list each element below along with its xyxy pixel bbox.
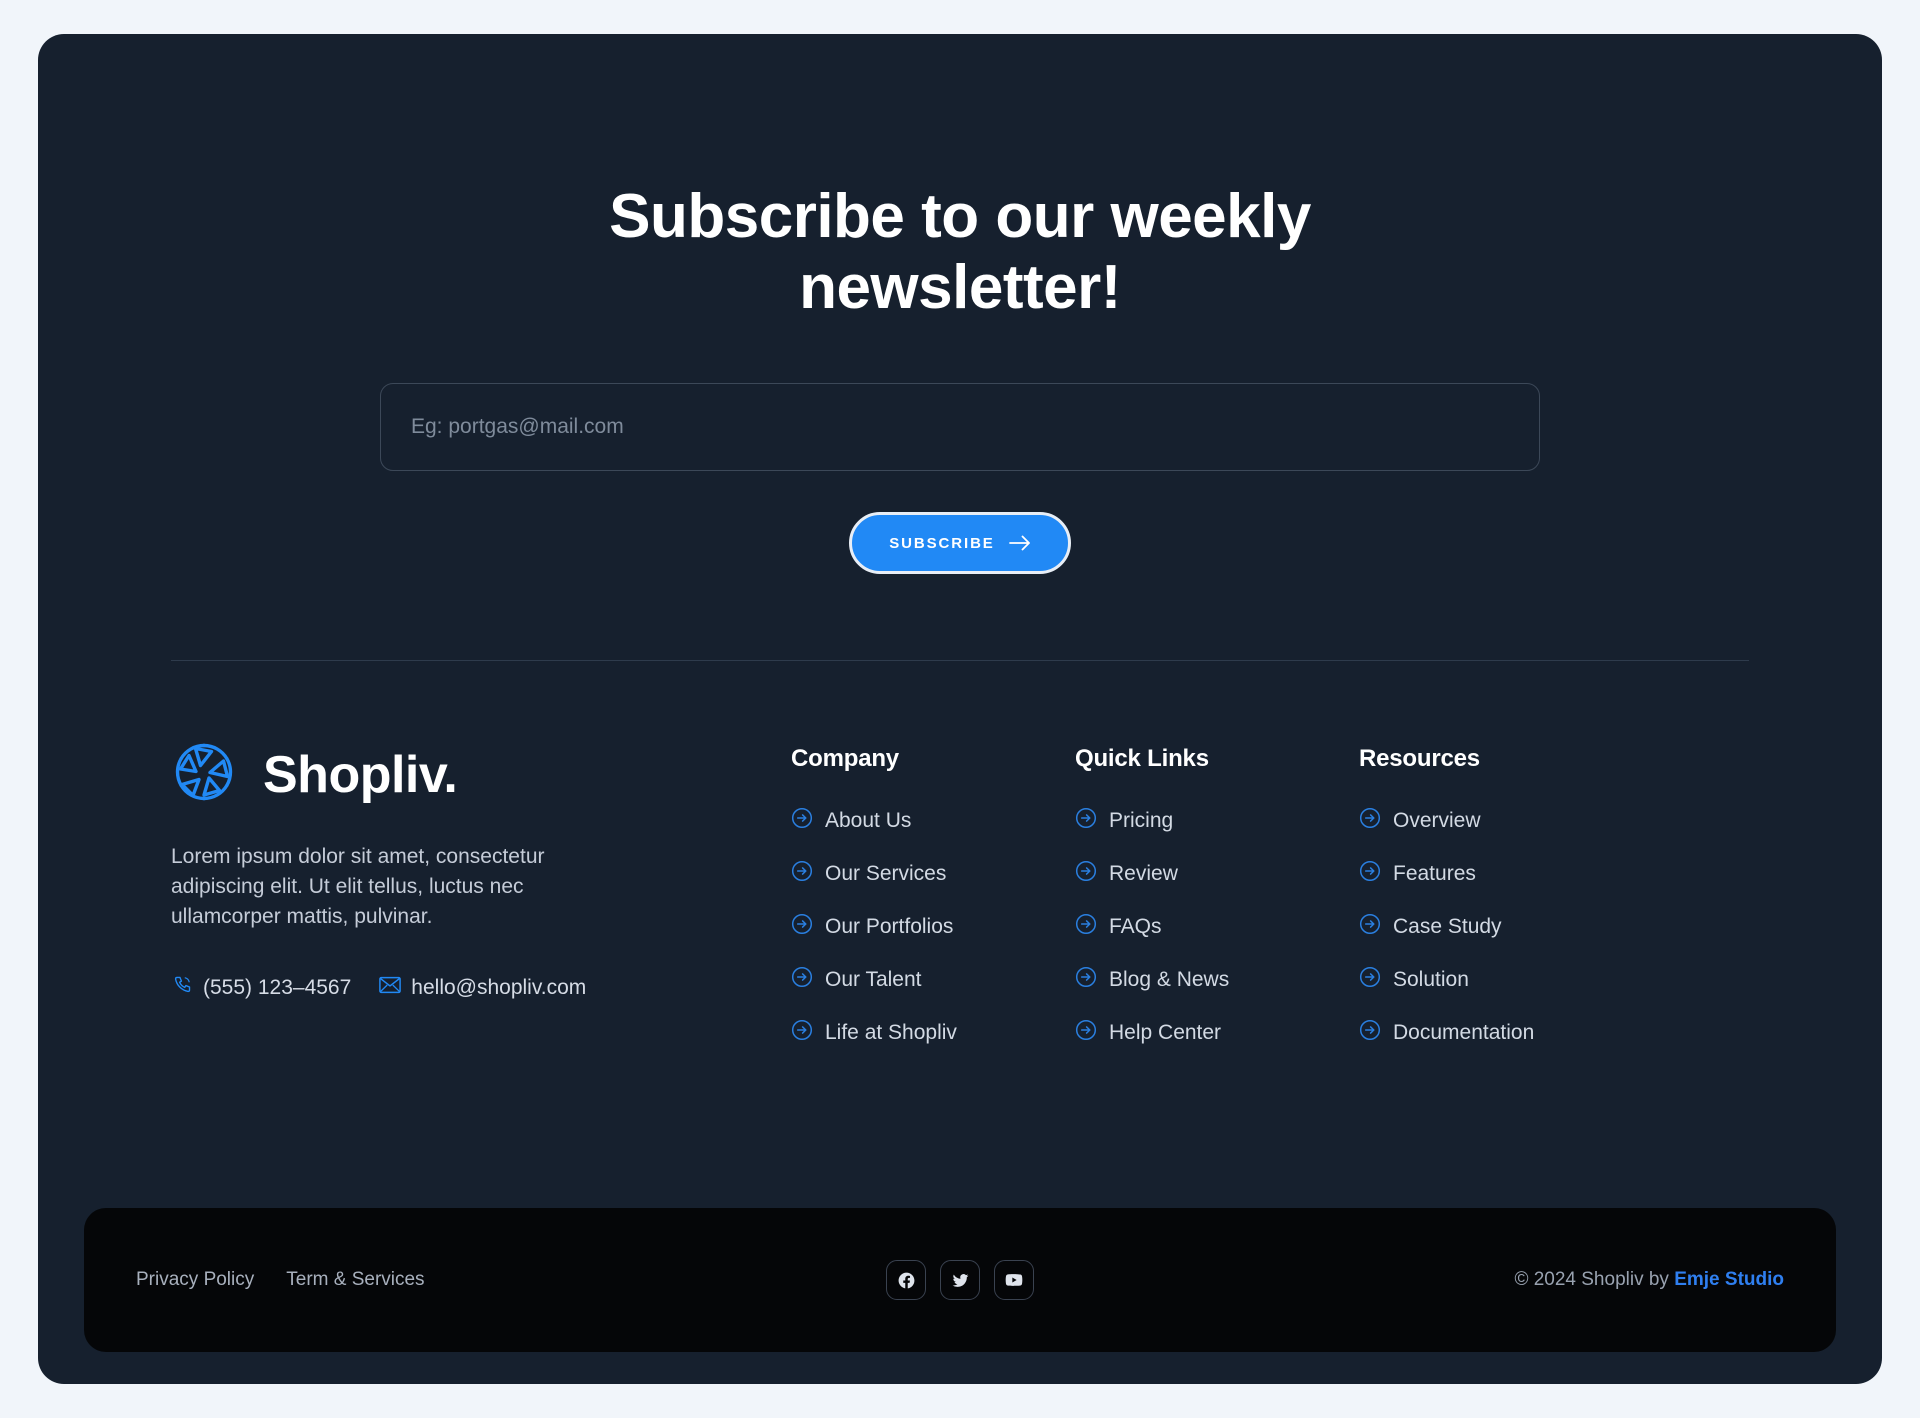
arrow-right-icon: [1008, 535, 1031, 551]
arrow-circle-right-icon: [1359, 860, 1381, 887]
phone-number: (555) 123–4567: [203, 976, 352, 1000]
youtube-icon[interactable]: [994, 1260, 1034, 1300]
arrow-circle-right-icon: [1075, 913, 1097, 940]
footer-links-area: Company About Us Our Services Our Portfo…: [791, 739, 1749, 1046]
footer-link-help-center[interactable]: Help Center: [1075, 1019, 1359, 1046]
arrow-circle-right-icon: [1075, 966, 1097, 993]
footer-link-our-portfolios[interactable]: Our Portfolios: [791, 913, 1075, 940]
footer-link-case-study[interactable]: Case Study: [1359, 913, 1534, 940]
subscribe-row: SUBSCRIBE: [38, 512, 1882, 575]
footer-link-label: Blog & News: [1109, 967, 1230, 991]
arrow-circle-right-icon: [791, 1019, 813, 1046]
arrow-circle-right-icon: [1359, 1019, 1381, 1046]
footer-link-label: Features: [1393, 861, 1476, 885]
arrow-circle-right-icon: [791, 966, 813, 993]
subscribe-button[interactable]: SUBSCRIBE: [849, 512, 1071, 575]
footer-link-life-at-shopliv[interactable]: Life at Shopliv: [791, 1019, 1075, 1046]
envelope-icon: [379, 976, 402, 1000]
footer-link-label: Our Services: [825, 861, 947, 885]
copyright-text: © 2024 Shopliv by Emje Studio: [960, 1269, 1784, 1291]
footer-link-label: About Us: [825, 808, 912, 832]
footer-link-label: Our Talent: [825, 967, 922, 991]
newsletter-email-input[interactable]: [380, 383, 1540, 472]
footer-link-label: Solution: [1393, 967, 1469, 991]
studio-credit-link[interactable]: Emje Studio: [1674, 1269, 1784, 1290]
social-links: [886, 1260, 1034, 1300]
arrow-circle-right-icon: [791, 860, 813, 887]
footer-link-label: Review: [1109, 861, 1178, 885]
brand-name: Shopliv.: [263, 745, 458, 804]
footer-link-label: Life at Shopliv: [825, 1020, 957, 1044]
terms-services-link[interactable]: Term & Services: [286, 1269, 424, 1291]
subscribe-button-label: SUBSCRIBE: [889, 534, 995, 552]
footer-link-pricing[interactable]: Pricing: [1075, 807, 1359, 834]
arrow-circle-right-icon: [1075, 807, 1097, 834]
email-row: [38, 383, 1882, 472]
footer-link-label: Help Center: [1109, 1020, 1222, 1044]
arrow-circle-right-icon: [791, 913, 813, 940]
legal-links: Privacy Policy Term & Services: [136, 1269, 960, 1291]
twitter-icon[interactable]: [940, 1260, 980, 1300]
arrow-circle-right-icon: [1359, 913, 1381, 940]
footer-column-quick-links: Quick Links Pricing Review FAQs Blog & N…: [1075, 745, 1359, 1046]
arrow-circle-right-icon: [1075, 860, 1097, 887]
arrow-circle-right-icon: [791, 807, 813, 834]
contact-row: (555) 123–4567 hello@shopliv.com: [171, 974, 791, 1002]
footer-column-title: Resources: [1359, 745, 1480, 773]
newsletter-title: Subscribe to our weekly newsletter!: [609, 182, 1311, 322]
footer-link-documentation[interactable]: Documentation: [1359, 1019, 1534, 1046]
footer-link-features[interactable]: Features: [1359, 860, 1534, 887]
footer-column-title: Quick Links: [1075, 745, 1209, 773]
brand-column: Shopliv. Lorem ipsum dolor sit amet, con…: [171, 739, 791, 1046]
footer-bottom-bar: Privacy Policy Term & Services © 2024 Sh…: [84, 1208, 1836, 1352]
footer-link-review[interactable]: Review: [1075, 860, 1359, 887]
phone-link[interactable]: (555) 123–4567: [171, 974, 351, 1002]
footer-link-label: Overview: [1393, 808, 1481, 832]
privacy-policy-link[interactable]: Privacy Policy: [136, 1269, 254, 1291]
footer-link-blog-and-news[interactable]: Blog & News: [1075, 966, 1359, 993]
footer-link-overview[interactable]: Overview: [1359, 807, 1534, 834]
aperture-shutter-icon: [171, 739, 237, 810]
footer-link-label: Our Portfolios: [825, 914, 954, 938]
arrow-circle-right-icon: [1359, 966, 1381, 993]
arrow-circle-right-icon: [1075, 1019, 1097, 1046]
footer-column-resources: Resources Overview Features Case Study S…: [1359, 745, 1534, 1046]
footer-card: Subscribe to our weekly newsletter! SUBS…: [38, 34, 1882, 1384]
email-address: hello@shopliv.com: [411, 976, 587, 1000]
footer-column-company: Company About Us Our Services Our Portfo…: [791, 745, 1075, 1046]
page-root: Subscribe to our weekly newsletter! SUBS…: [0, 0, 1920, 1418]
footer-column-title: Company: [791, 745, 899, 773]
footer-link-solution[interactable]: Solution: [1359, 966, 1534, 993]
footer-link-our-services[interactable]: Our Services: [791, 860, 1075, 887]
newsletter-section: Subscribe to our weekly newsletter! SUBS…: [38, 34, 1882, 575]
footer-link-label: Case Study: [1393, 914, 1502, 938]
footer-link-faqs[interactable]: FAQs: [1075, 913, 1359, 940]
footer-link-label: Pricing: [1109, 808, 1174, 832]
brand-row[interactable]: Shopliv.: [171, 739, 791, 810]
phone-icon: [171, 974, 193, 1002]
copyright-prefix: © 2024 Shopliv by: [1514, 1269, 1675, 1290]
email-link[interactable]: hello@shopliv.com: [379, 976, 586, 1000]
footer-link-label: Documentation: [1393, 1020, 1535, 1044]
footer-main: Shopliv. Lorem ipsum dolor sit amet, con…: [38, 661, 1882, 1046]
footer-link-label: FAQs: [1109, 914, 1162, 938]
footer-link-our-talent[interactable]: Our Talent: [791, 966, 1075, 993]
arrow-circle-right-icon: [1359, 807, 1381, 834]
facebook-icon[interactable]: [886, 1260, 926, 1300]
brand-description: Lorem ipsum dolor sit amet, consectetur …: [171, 845, 545, 929]
footer-link-about-us[interactable]: About Us: [791, 807, 1075, 834]
